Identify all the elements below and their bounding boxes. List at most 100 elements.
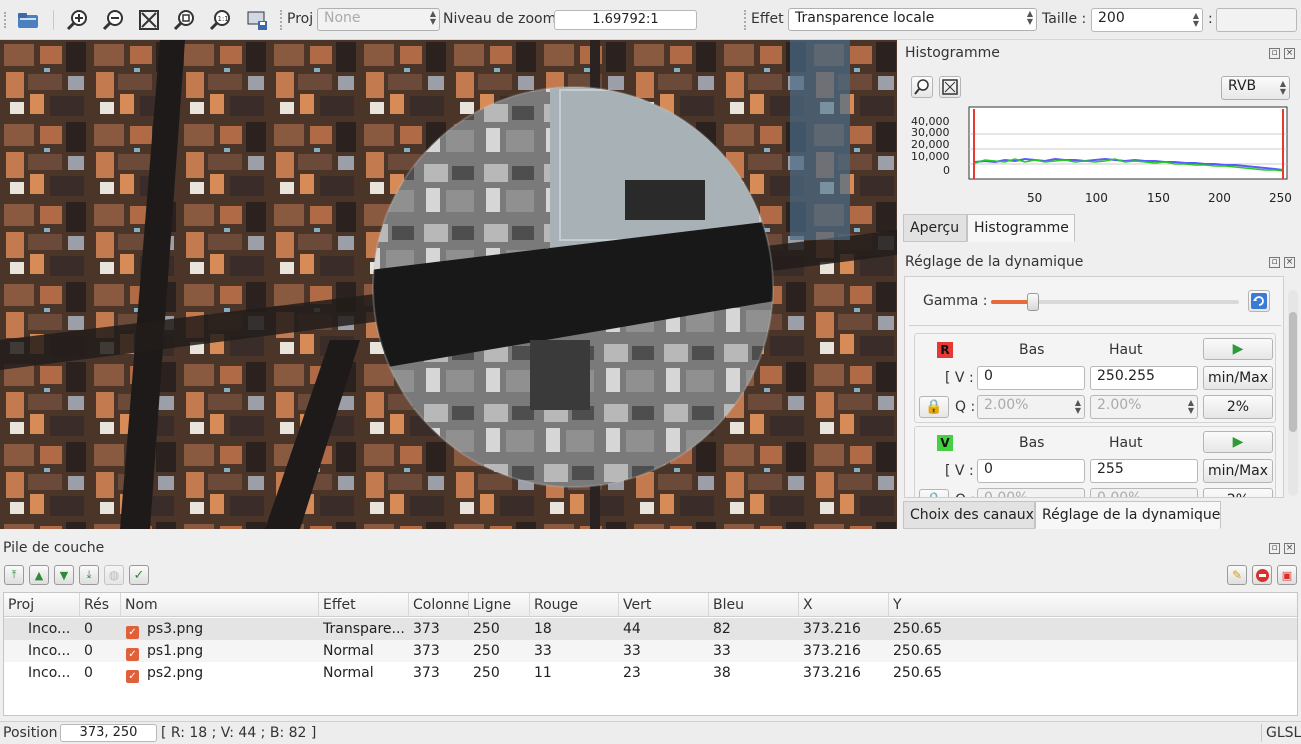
move-top-button[interactable]: ⤒: [4, 565, 24, 585]
open-folder-button[interactable]: [15, 7, 41, 33]
size-spinbox[interactable]: 200 ▲ ▼: [1091, 8, 1203, 32]
cell-proj: Inco...: [28, 665, 71, 681]
clean-button[interactable]: ✎: [1227, 565, 1247, 585]
tab-choix-canaux[interactable]: Choix des canaux: [903, 501, 1035, 529]
close-icon[interactable]: ×: [1284, 48, 1295, 59]
green-apply-button[interactable]: ▶: [1203, 431, 1273, 453]
zoom-in-icon: [66, 10, 87, 31]
proj-combo[interactable]: None ▲ ▼: [317, 8, 440, 31]
zoom-one-to-one-button[interactable]: 1:1: [207, 7, 233, 33]
cell-y: 250.65: [893, 621, 942, 637]
image-view[interactable]: [0, 40, 897, 529]
toolbar-grip[interactable]: [280, 10, 282, 30]
tab-histogramme[interactable]: Histogramme: [967, 214, 1075, 242]
float-icon[interactable]: ▫: [1269, 48, 1280, 59]
col-header[interactable]: Rouge: [530, 593, 619, 617]
red-minmax-button[interactable]: min/Max: [1203, 366, 1273, 390]
tab-apercu[interactable]: Aperçu: [903, 214, 967, 242]
histogram-fit-button[interactable]: [939, 76, 961, 98]
zoom-out-button[interactable]: [100, 7, 126, 33]
red-apply-button[interactable]: ▶: [1203, 338, 1273, 360]
green-minmax-button[interactable]: min/Max: [1203, 459, 1273, 483]
close-icon[interactable]: ×: [1284, 543, 1295, 554]
close-icon[interactable]: ×: [1284, 257, 1295, 268]
col-header[interactable]: Nom: [121, 593, 319, 617]
red-percent-button[interactable]: 2%: [1203, 395, 1273, 419]
red-lock-button[interactable]: 🔒: [919, 396, 949, 418]
table-row[interactable]: Inco... 0 ✓ ps2.png Normal 373 250 11 23 …: [4, 662, 1297, 684]
checkbox-checked-icon[interactable]: ✓: [126, 648, 139, 661]
scrollbar-thumb[interactable]: [1289, 312, 1297, 432]
col-header[interactable]: Rés: [80, 593, 121, 617]
close-all-button[interactable]: ▣: [1277, 565, 1297, 585]
check-icon: ✓: [133, 567, 145, 583]
zoom-best-button[interactable]: [171, 7, 197, 33]
dynamics-panel: Gamma : R Bas Haut ▶ [ V : 0 250.255 min…: [904, 276, 1284, 498]
checkbox-checked-icon[interactable]: ✓: [126, 626, 139, 639]
float-icon[interactable]: ▫: [1269, 543, 1280, 554]
tab-reglage-dynamique[interactable]: Réglage de la dynamique: [1035, 501, 1221, 529]
cell-blue: 38: [713, 665, 731, 681]
remove-layer-button[interactable]: [1252, 565, 1272, 585]
gamma-slider-handle[interactable]: [1027, 293, 1040, 311]
cell-col: 373: [413, 665, 440, 681]
col-header[interactable]: Y: [889, 593, 1297, 617]
table-row[interactable]: Inco... 0 ✓ ps3.png Transpare... 373 250 …: [4, 618, 1297, 640]
gamma-slider[interactable]: [991, 293, 1239, 311]
move-down-button[interactable]: ▼: [54, 565, 74, 585]
effect-value: Transparence locale: [795, 10, 935, 26]
zoom-in-button[interactable]: [64, 7, 90, 33]
table-row[interactable]: Inco... 0 ✓ ps1.png Normal 373 250 33 33 …: [4, 640, 1297, 662]
apply-check-button[interactable]: ✓: [129, 565, 149, 585]
cell-y: 250.65: [893, 665, 942, 681]
low-header: Bas: [1019, 435, 1045, 451]
v-label: [ V :: [945, 370, 974, 386]
green-q-high-field[interactable]: 0.00%: [1090, 488, 1198, 497]
broom-icon: ✎: [1231, 568, 1243, 582]
move-up-button[interactable]: ▲: [29, 565, 49, 585]
zoom-icon: [914, 79, 929, 95]
projection-button[interactable]: ◍: [104, 565, 124, 585]
col-header[interactable]: Effet: [319, 593, 409, 617]
zoom-fit-button[interactable]: [136, 7, 162, 33]
dynamics-scrollbar[interactable]: [1288, 290, 1298, 496]
extra-field[interactable]: [1216, 8, 1297, 32]
histogram-zoom-button[interactable]: [911, 76, 933, 98]
cell-res: 0: [84, 643, 93, 659]
toolbar-grip[interactable]: [4, 12, 7, 28]
move-bottom-button[interactable]: ⤓: [79, 565, 99, 585]
col-header[interactable]: Ligne: [469, 593, 530, 617]
screenshot-button[interactable]: [244, 7, 270, 33]
gamma-reset-button[interactable]: [1248, 290, 1270, 312]
red-q-high-field[interactable]: 2.00% ▲ ▼: [1090, 395, 1198, 419]
cell-res: 0: [84, 621, 93, 637]
combo-arrows-icon: ▲ ▼: [1026, 9, 1033, 26]
col-header[interactable]: Proj: [4, 593, 80, 617]
cell-name[interactable]: ✓ ps3.png: [122, 618, 318, 640]
green-percent-button[interactable]: 2%: [1203, 488, 1273, 497]
zoom-actual-size-icon: 1:1: [209, 10, 230, 31]
cell-name[interactable]: ✓ ps1.png: [122, 640, 318, 662]
toolbar-grip[interactable]: [744, 10, 746, 30]
col-header[interactable]: Bleu: [709, 593, 799, 617]
red-v-high-field[interactable]: 250.255: [1090, 366, 1198, 390]
red-q-low-field[interactable]: 2.00% ▲ ▼: [977, 395, 1085, 419]
red-v-low-field[interactable]: 0: [977, 366, 1085, 390]
cell-effect: Normal: [323, 643, 374, 659]
col-header[interactable]: Colonne: [409, 593, 469, 617]
zoom-level-field[interactable]: 1.69792:1: [554, 10, 697, 30]
green-q-low-field[interactable]: 0.00%: [977, 488, 1085, 497]
combo-arrows-icon: ▲ ▼: [1279, 79, 1286, 96]
col-header[interactable]: Vert: [619, 593, 709, 617]
layer-name: ps2.png: [147, 665, 204, 681]
green-lock-button[interactable]: 🔒: [919, 489, 949, 497]
cell-name[interactable]: ✓ ps2.png: [122, 662, 318, 684]
effect-combo[interactable]: Transparence locale ▲ ▼: [788, 8, 1037, 31]
checkbox-checked-icon[interactable]: ✓: [126, 670, 139, 683]
green-v-low-field[interactable]: 0: [977, 459, 1085, 483]
col-header[interactable]: X: [799, 593, 889, 617]
green-v-high-field[interactable]: 255: [1090, 459, 1198, 483]
channel-green-badge: V: [937, 435, 953, 451]
histogram-mode-combo[interactable]: RVB ▲ ▼: [1221, 76, 1290, 100]
float-icon[interactable]: ▫: [1269, 257, 1280, 268]
